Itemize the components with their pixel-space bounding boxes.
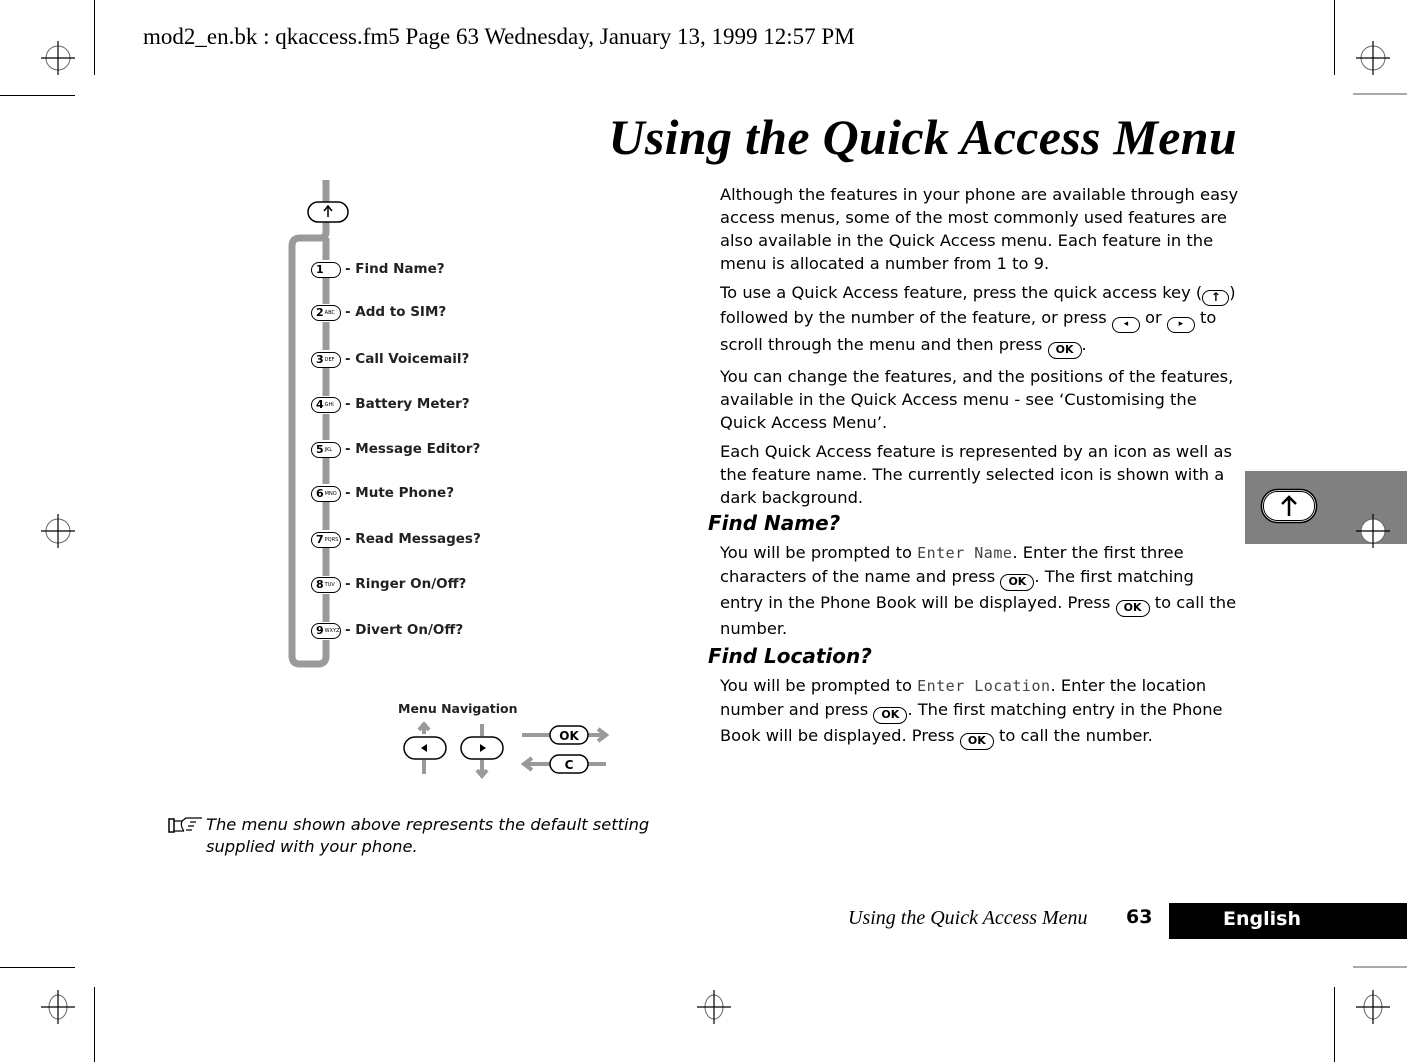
menu-item-label: - Mute Phone? [345, 485, 455, 501]
note: The menu shown above represents the defa… [168, 814, 666, 858]
key-digit: 5 [316, 443, 324, 456]
svg-text:OK: OK [559, 729, 579, 743]
right-key-icon: ▸ [1166, 317, 1195, 333]
registration-mark-icon [697, 990, 731, 1024]
text-run: . [1081, 335, 1087, 354]
language-tab: English [1169, 903, 1407, 939]
menu-navigation-caption: Menu Navigation [398, 701, 518, 716]
left-key-icon: ◂ [1111, 317, 1140, 333]
lcd-prompt: Enter Name [917, 544, 1013, 562]
number-key-4-icon: 4GHI [311, 397, 341, 413]
key-digit: 7 [316, 533, 324, 546]
number-key-3-icon: 3DEF [311, 352, 341, 368]
text-run: You will be prompted to [720, 543, 918, 562]
crop-mark [94, 987, 95, 1062]
crop-mark [1353, 93, 1407, 95]
section-heading-find-name: Find Name? [708, 511, 841, 535]
page-number: 63 [1126, 906, 1153, 928]
menu-navigation-diagram: OK C [403, 722, 610, 780]
section-paragraph: You will be prompted to Enter Location. … [720, 674, 1240, 750]
page-title: Using the Quick Access Menu [608, 109, 1237, 165]
note-text: The menu shown above represents the defa… [206, 815, 650, 856]
intro-text: Although the features in your phone are … [720, 183, 1240, 515]
crop-mark [94, 0, 95, 75]
menu-item-label: - Read Messages? [345, 531, 481, 547]
number-key-9-icon: 9WXYZ [311, 623, 341, 639]
print-header: mod2_en.bk : qkaccess.fm5 Page 63 Wednes… [143, 24, 855, 49]
number-key-5-icon: 5JKL [311, 442, 341, 458]
menu-item-label: - Call Voicemail? [345, 351, 470, 367]
section-paragraph: You will be prompted to Enter Name. Ente… [720, 541, 1240, 640]
menu-item-label: - Add to SIM? [345, 304, 447, 320]
menu-item-label: - Divert On/Off? [345, 622, 464, 638]
number-key-1-icon: 1 [311, 262, 341, 278]
key-digit: 1 [316, 263, 324, 276]
quick-access-key-icon: ↑ [1202, 290, 1230, 306]
registration-mark-icon [41, 514, 75, 548]
pointing-hand-icon [168, 817, 202, 833]
text-run: You will be prompted to [720, 676, 918, 695]
quick-access-key-icon [1260, 488, 1318, 524]
key-digit: 8 [316, 578, 324, 591]
intro-paragraph: Although the features in your phone are … [720, 185, 1239, 273]
section-heading-find-location: Find Location? [708, 644, 872, 668]
menu-item-label: - Battery Meter? [345, 396, 470, 412]
key-letters: DEF [324, 357, 335, 363]
text-run: To use a Quick Access feature, press the… [720, 283, 1203, 302]
key-letters: MNO [324, 491, 337, 497]
intro-paragraph: You can change the features, and the pos… [720, 367, 1234, 432]
crop-mark [1334, 0, 1335, 75]
key-digit: 2 [316, 306, 324, 319]
number-key-8-icon: 8TUV [311, 577, 341, 593]
number-key-7-icon: 7PQRS [311, 532, 341, 548]
text-run: to call the number. [993, 726, 1153, 745]
intro-paragraph: To use a Quick Access feature, press the… [720, 281, 1240, 359]
svg-text:C: C [565, 758, 574, 772]
ok-key-icon: OK [1047, 342, 1082, 359]
registration-mark-icon [41, 41, 75, 75]
key-digit: 9 [316, 624, 324, 637]
key-letters: ABC [324, 310, 335, 316]
section-text-find-location: You will be prompted to Enter Location. … [720, 674, 1240, 756]
intro-paragraph: Each Quick Access feature is represented… [720, 442, 1232, 507]
key-letters: TUV [324, 582, 335, 588]
section-text-find-name: You will be prompted to Enter Name. Ente… [720, 541, 1240, 646]
crop-mark [1334, 987, 1335, 1062]
ok-key-icon: OK [873, 707, 908, 724]
number-key-6-icon: 6MNO [311, 486, 341, 502]
ok-key-icon: OK [959, 733, 994, 750]
ok-key-icon: OK [1115, 600, 1150, 617]
key-letters: PQRS [324, 537, 339, 543]
registration-mark-icon [41, 990, 75, 1024]
registration-mark-icon [1356, 41, 1390, 75]
key-letters: WXYZ [324, 628, 340, 634]
lcd-prompt: Enter Location [917, 677, 1051, 695]
key-digit: 6 [316, 487, 324, 500]
registration-mark-icon [1356, 514, 1390, 548]
key-letters: GHI [324, 402, 334, 408]
ok-key-icon: OK [1000, 574, 1035, 591]
footer-title: Using the Quick Access Menu [848, 907, 1088, 929]
text-run: or [1139, 308, 1167, 327]
key-digit: 4 [316, 398, 324, 411]
key-digit: 3 [316, 353, 324, 366]
number-key-2-icon: 2ABC [311, 305, 341, 321]
menu-flow-diagram [288, 180, 349, 668]
crop-mark [1353, 966, 1407, 968]
menu-item-label: - Message Editor? [345, 441, 481, 457]
crop-mark [0, 967, 75, 968]
menu-item-label: - Find Name? [345, 261, 445, 277]
menu-item-label: - Ringer On/Off? [345, 576, 467, 592]
key-letters: JKL [324, 447, 333, 453]
registration-mark-icon [1356, 990, 1390, 1024]
crop-mark [0, 95, 75, 96]
